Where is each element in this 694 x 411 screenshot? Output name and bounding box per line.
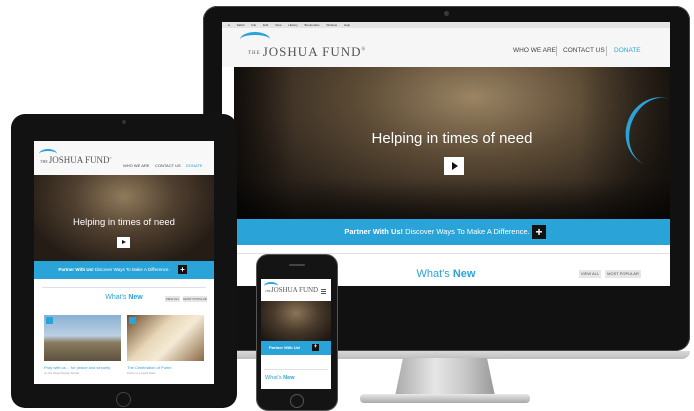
menu-item[interactable]: Help	[344, 23, 350, 27]
monitor-stand	[395, 358, 495, 396]
whats-new-light: What's	[105, 294, 129, 301]
hero-banner: Helping in times of need	[234, 67, 670, 224]
nav-donate[interactable]: DONATE	[186, 163, 202, 168]
home-button-icon	[116, 392, 131, 407]
whats-new-bold: New	[128, 294, 143, 301]
post-type-icon	[46, 317, 53, 324]
partner-plus-button[interactable]: +	[312, 344, 319, 351]
camera-icon	[122, 120, 126, 124]
site-logo[interactable]: THEJOSHUA FUND®	[248, 44, 366, 60]
logo-mark: ®	[361, 47, 367, 53]
camera-icon	[444, 11, 449, 16]
nav-who-we-are[interactable]: WHO WE ARE	[123, 163, 149, 168]
whats-new-heading: What's New	[265, 375, 294, 381]
menu-item[interactable]: Bookmarks	[305, 23, 320, 27]
nav-who-we-are[interactable]: WHO WE ARE	[513, 47, 556, 57]
partner-cta[interactable]: Partner With Us! Discover Ways To Make A…	[34, 267, 214, 272]
logo-the: THE	[248, 50, 261, 56]
speaker-icon	[289, 264, 305, 266]
nav-contact-us[interactable]: CONTACT US	[563, 47, 605, 57]
partner-cta[interactable]: Partner With Us! Discover Ways To Make A…	[234, 227, 670, 236]
most-popular-button[interactable]: MOST POPULAR	[183, 296, 207, 302]
menu-item[interactable]: Safari	[237, 23, 245, 27]
nav-divider	[556, 46, 557, 56]
logo-the: THE	[40, 159, 48, 164]
post-image[interactable]	[127, 315, 204, 361]
partner-bold[interactable]: Partner With Us!	[269, 345, 300, 350]
partner-band: Partner With Us! Discover Ways To Make A…	[234, 219, 670, 245]
hero-title: Helping in times of need	[371, 130, 533, 147]
menu-item[interactable]: Edit	[263, 23, 268, 27]
hero-banner: Helping in times of need	[34, 175, 214, 261]
partner-bold: Partner With Us!	[344, 227, 404, 236]
logo-name: JOSHUA FUND	[270, 286, 319, 294]
play-video-button[interactable]	[117, 237, 130, 248]
whats-new-light: What's	[416, 268, 453, 280]
nav-donate[interactable]: DONATE	[614, 47, 641, 57]
partner-text: Discover Ways To Make A Difference.	[93, 267, 170, 272]
hero-title: Helping in times of need	[73, 217, 175, 228]
menu-item[interactable]: History	[288, 23, 297, 27]
home-button-icon	[290, 394, 304, 408]
logo-name: JOSHUA FUND	[262, 44, 362, 59]
monitor-base	[360, 394, 530, 403]
site-header: THEJOSHUA FUND® WHO WE ARE CONTACT US DO…	[34, 141, 214, 175]
partner-plus-button[interactable]: +	[532, 225, 546, 239]
partner-band: Partner With Us! Discover Ways To Make A…	[34, 261, 214, 279]
nav-divider	[606, 46, 607, 56]
site-header: THEJOSHUA FUND® WHO WE ARE CONTACT US DO…	[222, 28, 670, 67]
view-all-button[interactable]: VIEW ALL	[165, 296, 180, 302]
post-title[interactable]: Pray with us… for peace and security	[44, 365, 110, 370]
whats-new-bold: New	[452, 268, 476, 280]
post-subtitle: Purim is a joyful feast	[127, 371, 156, 375]
partner-plus-button[interactable]: +	[178, 265, 187, 274]
whats-new-light: What's	[265, 375, 284, 381]
post-title[interactable]: The Celebration of Purim	[127, 365, 171, 370]
most-popular-button[interactable]: MOST POPULAR	[605, 270, 641, 278]
tablet-screen: THEJOSHUA FUND® WHO WE ARE CONTACT US DO…	[34, 141, 214, 384]
post-image[interactable]	[44, 315, 121, 361]
site-logo[interactable]: THEJOSHUA FUND®	[40, 155, 112, 165]
partner-bold: Partner With Us!	[58, 267, 94, 272]
menu-item[interactable]: File	[251, 23, 256, 27]
hero-banner	[261, 301, 331, 341]
partner-band: Partner With Us! +	[261, 341, 331, 355]
divider	[42, 287, 206, 288]
menu-item[interactable]: Window	[326, 23, 337, 27]
site-logo[interactable]: THEJOSHUA FUND	[265, 286, 318, 294]
view-all-button[interactable]: VIEW ALL	[579, 270, 601, 278]
divider	[264, 369, 328, 370]
nav-contact-us[interactable]: CONTACT US	[155, 163, 181, 168]
hamburger-menu-icon[interactable]	[321, 289, 326, 294]
logo-mark: ®	[109, 156, 112, 160]
post-subtitle: on the Israel-Syrian border	[44, 371, 80, 375]
menu-item[interactable]: View	[275, 23, 281, 27]
logo-name: JOSHUA FUND	[48, 155, 110, 165]
play-video-button[interactable]	[444, 157, 464, 175]
phone-screen: THEJOSHUA FUND Partner With Us! + What's…	[261, 279, 331, 389]
desktop-screen: ● Safari File Edit View History Bookmark…	[222, 22, 670, 286]
partner-text: Discover Ways To Make A Difference.	[403, 227, 530, 236]
post-type-icon	[129, 317, 136, 324]
whats-new-bold: New	[283, 375, 295, 381]
apple-icon[interactable]: ●	[228, 23, 230, 27]
